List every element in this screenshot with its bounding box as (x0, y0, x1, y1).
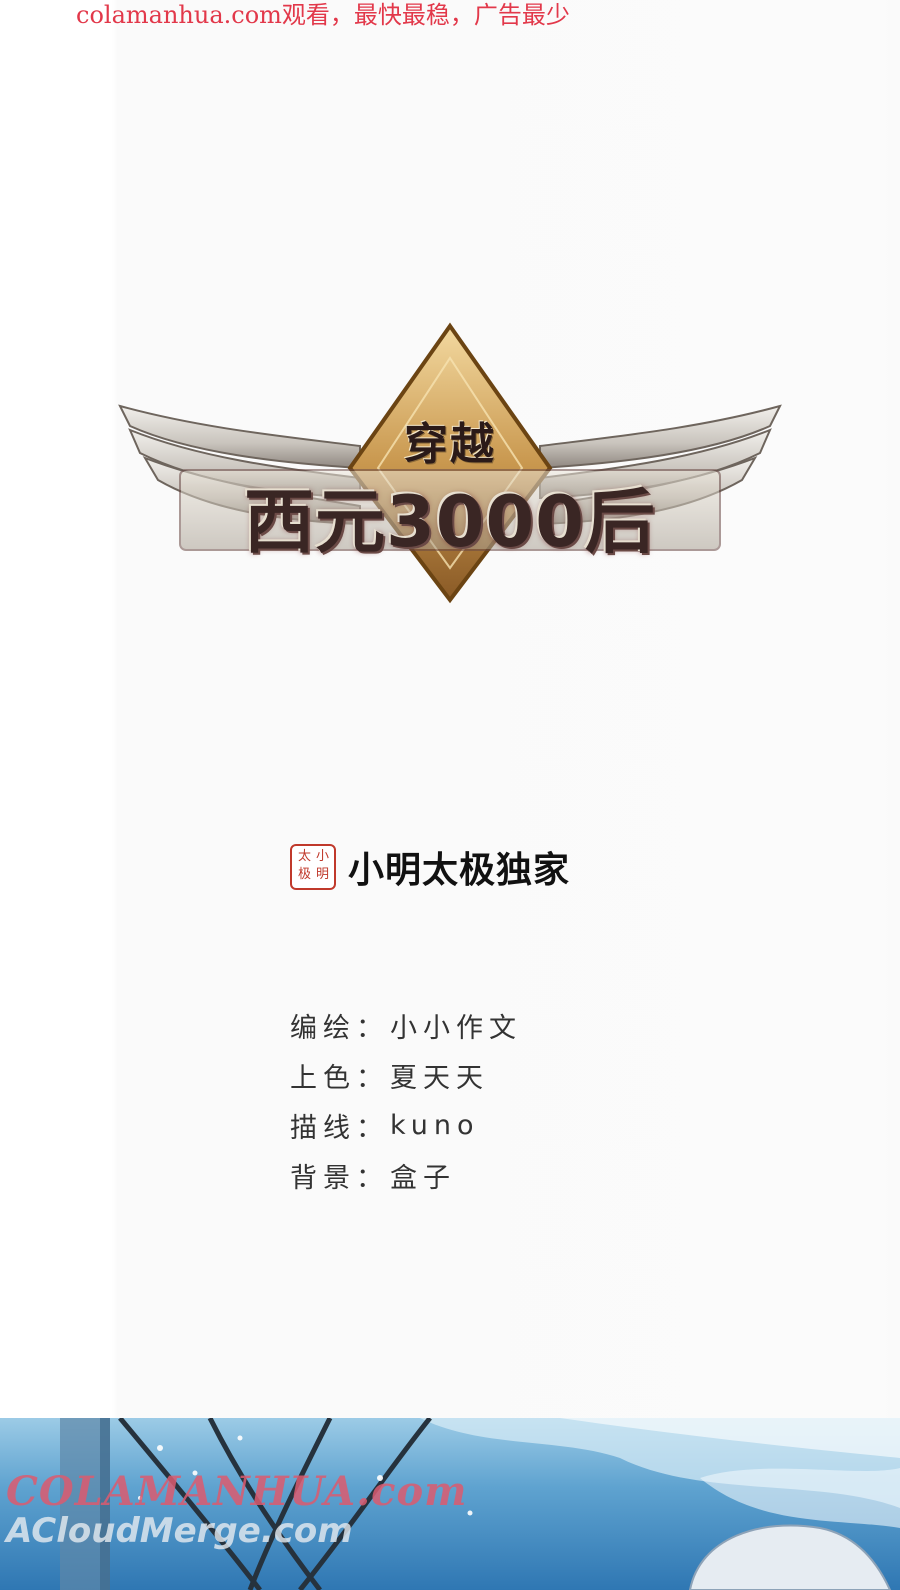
title-logo: 穿越 西元3000后 (110, 318, 790, 618)
credit-row-background: 背景： 盒子 (290, 1150, 522, 1200)
credit-label: 描线： (290, 1112, 389, 1144)
credit-value: kuno (390, 1109, 480, 1141)
credit-value: 小小作文 (390, 1012, 522, 1044)
seal-char: 明 (316, 867, 330, 882)
credit-row-coloring: 上色： 夏天天 (290, 1050, 522, 1100)
credit-value: 盒子 (390, 1162, 456, 1194)
logo-title-main: 西元3000后 (244, 481, 656, 563)
publisher-name: 小明太极独家 (348, 850, 571, 891)
top-banner-link[interactable]: colamanhua.com观看，最快最稳，广告最少 (76, 0, 570, 30)
credit-label: 编绘： (290, 1012, 389, 1044)
seal-char: 小 (316, 849, 330, 864)
site-watermark: COLAMANHUA.com ACloudMerge.com (6, 1468, 468, 1551)
credit-label: 上色： (290, 1062, 389, 1094)
seal-char: 太 (298, 849, 312, 864)
watermark-line-primary: COLAMANHUA.com (6, 1468, 468, 1515)
credits-list: 编绘： 小小作文 上色： 夏天天 描线： kuno 背景： 盒子 (290, 1000, 522, 1200)
page-background (0, 0, 900, 1440)
credit-label: 背景： (290, 1162, 389, 1194)
credit-row-artist: 编绘： 小小作文 (290, 1000, 522, 1050)
logo-title-top: 穿越 (404, 419, 496, 470)
publisher-block: 小 明 太 极 小明太极独家 (290, 842, 570, 892)
seal-char: 极 (298, 867, 312, 882)
watermark-line-secondary: ACloudMerge.com (6, 1511, 353, 1551)
credit-row-lineart: 描线： kuno (290, 1100, 522, 1150)
red-seal-stamp-icon: 小 明 太 极 (290, 844, 336, 890)
credit-value: 夏天天 (390, 1062, 489, 1094)
